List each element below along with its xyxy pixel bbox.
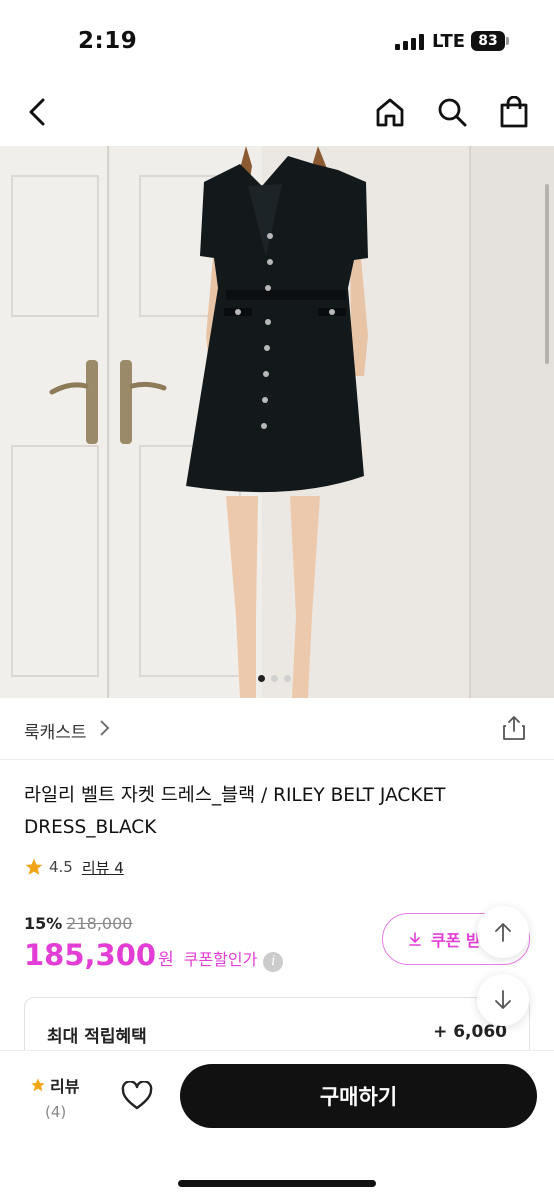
product-image[interactable] [0, 146, 554, 698]
download-icon [409, 932, 421, 946]
buy-button[interactable]: 구매하기 [180, 1064, 537, 1128]
status-bar: 2:19 LTE 83 [0, 0, 554, 80]
carousel-dot[interactable] [284, 675, 291, 682]
battery-tip [506, 37, 509, 45]
review-link[interactable]: 리뷰 4 [82, 857, 124, 878]
shopping-bag-icon[interactable] [496, 94, 532, 130]
back-icon[interactable] [20, 94, 56, 130]
status-time: 2:19 [78, 28, 138, 54]
bottom-action-bar: 리뷰 (4) 구매하기 [0, 1050, 554, 1200]
signal-icon [395, 34, 425, 50]
battery-icon: 83 [471, 31, 505, 51]
home-indicator [178, 1180, 376, 1187]
rating-value: 4.5 [49, 858, 73, 876]
scroll-down-button[interactable] [477, 974, 529, 1026]
chevron-right-icon [100, 720, 110, 736]
arrow-down-icon [495, 990, 511, 1009]
star-icon [25, 858, 43, 875]
share-icon[interactable] [500, 714, 528, 742]
sale-price: 185,300 [24, 938, 157, 972]
star-icon [31, 1078, 45, 1092]
top-nav [0, 80, 554, 146]
review-summary-count: (4) [45, 1103, 67, 1121]
review-summary-label: 리뷰 [50, 1077, 80, 1096]
home-icon[interactable] [372, 94, 408, 130]
brand-row[interactable]: 룩캐스트 [0, 698, 554, 760]
carousel-dot[interactable] [258, 675, 265, 682]
brand-name[interactable]: 룩캐스트 [24, 718, 87, 743]
network-label: LTE [432, 31, 466, 52]
arrow-up-icon [495, 923, 511, 942]
original-price: 218,000 [66, 914, 133, 933]
carousel-dot[interactable] [271, 675, 278, 682]
info-icon[interactable]: i [263, 952, 284, 972]
currency-unit: 원 [158, 950, 174, 970]
review-summary[interactable]: 리뷰 (4) [30, 1073, 94, 1121]
price-line: 15% 218,000 [24, 914, 132, 933]
search-icon[interactable] [434, 94, 470, 130]
sale-price-row: 185,300 원 쿠폰할인가 i [24, 938, 284, 972]
coupon-button-label: 쿠폰 받 [431, 931, 481, 950]
coupon-price-label: 쿠폰할인가 [183, 950, 258, 969]
carousel-indicator [258, 675, 291, 682]
heart-icon[interactable] [120, 1081, 154, 1111]
rating-row: 4.5 리뷰 4 [24, 855, 124, 879]
scroll-up-button[interactable] [477, 906, 529, 958]
product-title: 라일리 벨트 자켓 드레스_블랙 / RILEY BELT JACKET DRE… [24, 785, 446, 838]
discount-rate: 15% [24, 914, 63, 933]
reward-label: 최대 적립혜택 [47, 1027, 147, 1047]
